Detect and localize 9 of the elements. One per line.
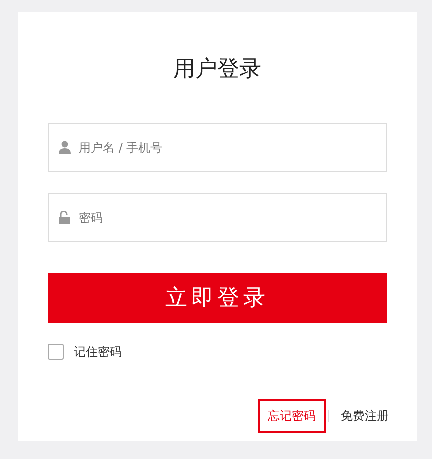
input-field[interactable]: 密码 — [48, 193, 387, 242]
unlocked-lock-icon — [59, 211, 70, 224]
login-title: 用户登录 — [172, 56, 262, 84]
input-field[interactable]: 用户名 / 手机号 — [48, 123, 387, 172]
text-link[interactable]: 忘记密码 — [258, 399, 326, 433]
user-icon — [59, 141, 71, 154]
text-link[interactable]: 免费注册 — [331, 399, 399, 433]
remember-checkbox[interactable]: 记住密码 — [48, 343, 122, 361]
login-button[interactable]: 立即登录 — [48, 273, 387, 323]
